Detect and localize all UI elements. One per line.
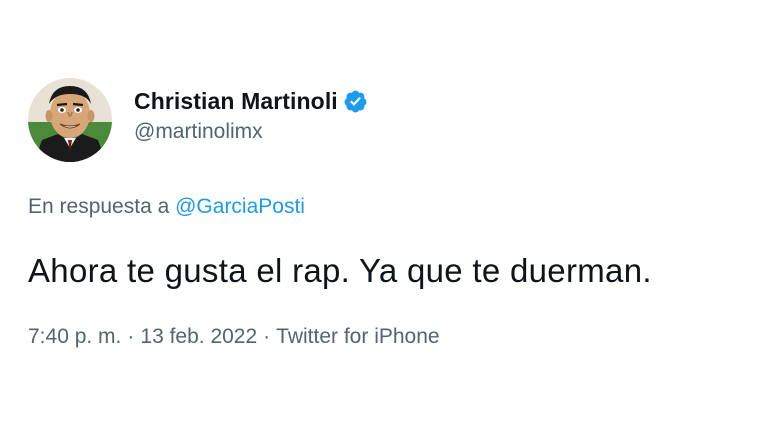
tweet-card: Christian Martinoli @martinolimx En resp… bbox=[0, 0, 768, 431]
reply-prefix: En respuesta a bbox=[28, 195, 170, 218]
reply-context: En respuesta a @GarciaPosti bbox=[28, 195, 305, 219]
author-block: Christian Martinoli @martinolimx bbox=[134, 86, 368, 144]
meta-separator: · bbox=[263, 325, 271, 348]
name-row: Christian Martinoli bbox=[134, 86, 368, 116]
tweet-time[interactable]: 7:40 p. m. bbox=[28, 325, 121, 348]
meta-separator: · bbox=[127, 325, 135, 348]
avatar[interactable] bbox=[28, 78, 112, 162]
reply-mention-link[interactable]: @GarciaPosti bbox=[175, 195, 305, 218]
user-handle[interactable]: @martinolimx bbox=[134, 120, 368, 144]
tweet-source[interactable]: Twitter for iPhone bbox=[276, 325, 439, 348]
display-name[interactable]: Christian Martinoli bbox=[134, 88, 338, 115]
tweet-text: Ahora te gusta el rap. Ya que te duerman… bbox=[28, 252, 652, 289]
tweet-meta: 7:40 p. m. · 13 feb. 2022 · Twitter for iPho… bbox=[28, 325, 440, 349]
caricature-avatar-icon bbox=[28, 78, 112, 162]
tweet-date[interactable]: 13 feb. 2022 bbox=[140, 325, 257, 348]
verified-badge-icon bbox=[343, 89, 368, 114]
